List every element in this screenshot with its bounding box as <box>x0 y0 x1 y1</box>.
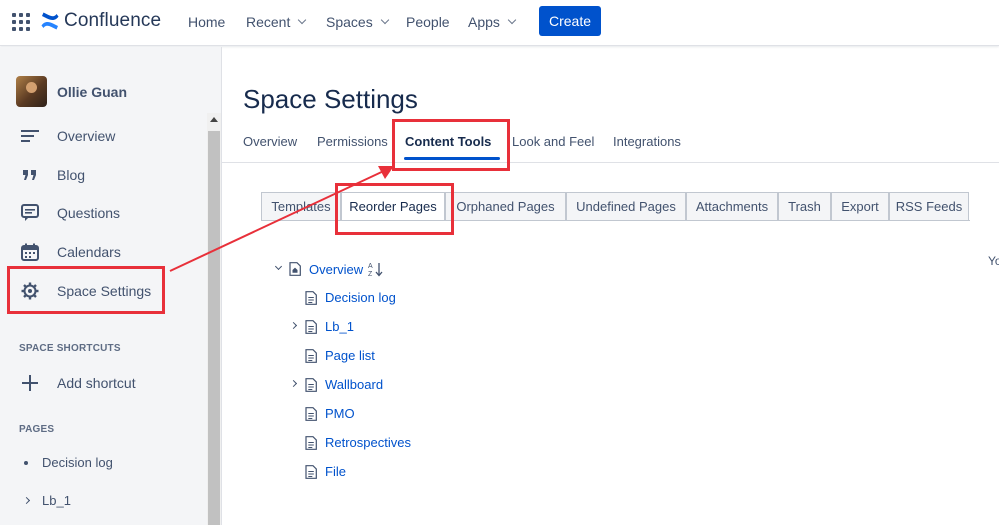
chat-bubble-icon <box>20 203 40 223</box>
tree-item[interactable]: Page list <box>305 348 375 363</box>
scroll-thumb[interactable] <box>208 131 220 525</box>
nav-spaces[interactable]: Spaces <box>326 14 389 30</box>
tree-item[interactable]: Decision log <box>305 290 396 305</box>
subtab-trash[interactable]: Trash <box>778 192 831 221</box>
chevron-down-icon[interactable] <box>274 262 283 271</box>
subtab-export[interactable]: Export <box>831 192 889 221</box>
page-icon <box>305 348 317 363</box>
chevron-down-icon <box>507 15 517 25</box>
space-shortcuts-heading: SPACE SHORTCUTS <box>19 343 121 354</box>
tree-item-label: File <box>325 464 346 479</box>
highlight-space-settings <box>7 266 165 314</box>
nav-recent[interactable]: Recent <box>246 14 307 30</box>
pages-heading: PAGES <box>19 424 55 435</box>
sidebar-item-overview[interactable]: Overview <box>20 126 115 146</box>
tree-item-label: Wallboard <box>325 377 384 392</box>
tree-item-label: PMO <box>325 406 355 421</box>
sort-alphabetical-icon[interactable]: A Z <box>368 261 384 277</box>
sidebar-item-calendars[interactable]: Calendars <box>20 242 121 262</box>
tree-item-label: Decision log <box>325 290 396 305</box>
tree-item[interactable]: File <box>305 464 346 479</box>
subtab-orphaned-pages[interactable]: Orphaned Pages <box>445 192 566 221</box>
chevron-down-icon <box>380 15 389 25</box>
sidebar-item-label: Questions <box>57 205 121 221</box>
tab-look-and-feel[interactable]: Look and Feel <box>512 134 594 149</box>
sidebar-item-blog[interactable]: Blog <box>20 165 85 185</box>
page-icon <box>305 435 317 450</box>
nav-recent-label: Recent <box>246 14 291 30</box>
tree-root-label: Overview <box>309 261 364 277</box>
tab-integrations[interactable]: Integrations <box>613 134 681 149</box>
svg-text:A: A <box>368 263 373 270</box>
quote-icon <box>20 165 40 185</box>
tree-item-label: Retrospectives <box>325 435 411 450</box>
page-icon <box>305 464 317 479</box>
truncated-text: Yo <box>988 254 999 268</box>
subtab-undefined-pages[interactable]: Undefined Pages <box>566 192 686 221</box>
avatar <box>16 76 47 107</box>
tree-root-overview[interactable]: Overview A Z <box>289 261 384 277</box>
bullet-icon <box>24 460 28 465</box>
page-title: Space Settings <box>243 84 418 114</box>
nav-home-label: Home <box>188 14 226 30</box>
subtab-rss-feeds[interactable]: RSS Feeds <box>889 192 969 221</box>
subtab-templates[interactable]: Templates <box>261 192 341 221</box>
tree-item[interactable]: Retrospectives <box>305 435 411 450</box>
chevron-right-icon[interactable] <box>289 379 298 388</box>
tabs-divider <box>222 162 999 163</box>
highlight-content-tools <box>392 119 510 171</box>
user-profile[interactable]: Ollie Guan <box>16 76 127 107</box>
tree-item-label: Page list <box>325 348 375 363</box>
tree-item[interactable]: Lb_1 <box>305 319 354 334</box>
page-icon <box>305 290 317 305</box>
sidebar-item-label: Calendars <box>57 244 121 260</box>
sidebar-page-item[interactable]: Lb_1 <box>22 493 71 508</box>
tab-permissions[interactable]: Permissions <box>317 134 388 149</box>
confluence-logo[interactable]: Confluence <box>40 10 161 32</box>
calendar-icon <box>20 242 40 262</box>
create-button[interactable]: Create <box>539 6 601 36</box>
scroll-up-arrow-icon[interactable] <box>210 117 218 122</box>
page-icon <box>305 377 317 392</box>
sidebar-scrollbar[interactable] <box>207 113 221 525</box>
top-navigation: Confluence Home Recent Spaces People App… <box>0 0 999 46</box>
page-icon <box>305 406 317 421</box>
chevron-down-icon <box>298 15 307 25</box>
chevron-right-icon[interactable] <box>22 496 31 505</box>
tree-item-label: Lb_1 <box>325 319 354 334</box>
user-name: Ollie Guan <box>57 83 128 100</box>
add-shortcut-button[interactable]: Add shortcut <box>20 373 136 393</box>
sidebar-item-label: Blog <box>57 167 86 183</box>
tree-item[interactable]: Wallboard <box>305 377 383 392</box>
nav-apps-label: Apps <box>468 14 500 30</box>
chevron-right-icon[interactable] <box>289 321 298 330</box>
highlight-reorder-pages <box>335 183 454 235</box>
svg-text:Z: Z <box>368 271 373 277</box>
nav-apps[interactable]: Apps <box>468 14 517 30</box>
add-shortcut-label: Add shortcut <box>57 375 136 391</box>
sidebar-page-label: Lb_1 <box>42 493 71 508</box>
nav-people[interactable]: People <box>406 14 450 30</box>
sidebar-page-label: Decision log <box>42 455 113 470</box>
subtab-attachments[interactable]: Attachments <box>686 192 778 221</box>
confluence-logo-icon <box>41 12 59 30</box>
overview-lines-icon <box>20 126 40 146</box>
app-switcher-icon[interactable] <box>12 13 30 31</box>
nav-spaces-label: Spaces <box>326 14 373 30</box>
plus-icon <box>20 373 40 393</box>
sidebar-item-label: Overview <box>57 128 116 144</box>
brand-name: Confluence <box>64 10 162 31</box>
page-icon <box>305 319 317 334</box>
sidebar-item-questions[interactable]: Questions <box>20 203 120 223</box>
home-page-icon <box>289 262 301 276</box>
tree-item[interactable]: PMO <box>305 406 355 421</box>
nav-people-label: People <box>406 14 450 30</box>
nav-home[interactable]: Home <box>188 14 225 30</box>
tab-overview[interactable]: Overview <box>243 134 297 149</box>
sidebar-page-item[interactable]: Decision log <box>24 455 113 470</box>
